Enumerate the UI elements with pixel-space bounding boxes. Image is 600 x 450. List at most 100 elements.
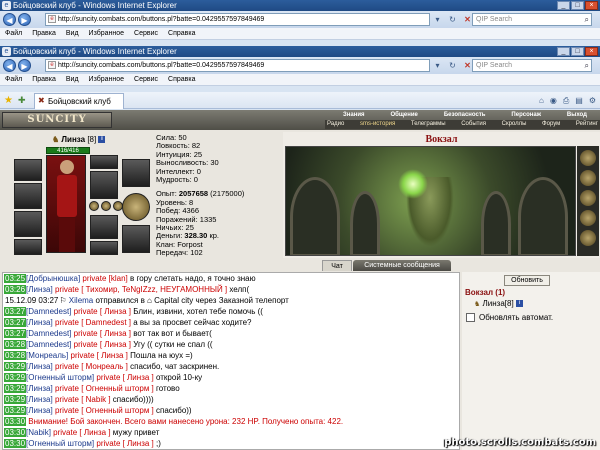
chat-private-recipients[interactable]: private [ Линза ] (51, 428, 110, 437)
chat-timestamp[interactable]: 03:28 (4, 340, 27, 349)
side-button-icon[interactable] (580, 210, 596, 226)
subnav-rating[interactable]: Рейтинг (576, 120, 598, 129)
chat-private-recipients[interactable]: private [ Линза ] (94, 373, 153, 382)
menu-favorites[interactable]: Избранное (84, 74, 129, 86)
subnav-telegrams[interactable]: Телеграммы (411, 120, 446, 129)
tab-chat[interactable]: Чат (322, 260, 352, 271)
chat-private-recipients[interactable]: private [ Монреаль ] (53, 362, 128, 371)
equipment-slot-icon[interactable] (122, 159, 150, 187)
nav-exit[interactable]: Выход (567, 111, 587, 120)
close-button[interactable]: × (585, 1, 598, 10)
maximize-button[interactable]: □ (571, 1, 584, 10)
chat-timestamp[interactable]: 03:27 (4, 307, 27, 316)
tab-combats[interactable]: ✖ Бойцовский клуб (34, 93, 124, 109)
back-icon[interactable]: ◀ (3, 59, 16, 72)
chat-private-recipients[interactable]: private [ Тихомир, TeNgIZzz, НЕУГАМОННЫЙ… (53, 285, 227, 294)
inner-address-field[interactable]: e http://suncity.combats.com/buttons.pl?… (45, 59, 430, 72)
chat-private-recipients[interactable]: private [ Огненный шторм ] (53, 406, 154, 415)
side-button-icon[interactable] (580, 170, 596, 186)
menu-view[interactable]: Вид (61, 28, 84, 40)
chat-private-recipients[interactable]: private [ Линза ] (68, 351, 128, 360)
chat-timestamp[interactable]: 03:29 (4, 384, 27, 393)
refresh-icon[interactable]: ↻ (447, 14, 458, 25)
auto-refresh-checkbox[interactable] (466, 313, 475, 322)
chat-private-recipients[interactable]: private [ Линза ] (71, 329, 131, 338)
menu-edit[interactable]: Правка (27, 74, 61, 86)
home-icon[interactable]: ⌂ (539, 95, 544, 106)
chat-timestamp[interactable]: 03:25 (4, 274, 27, 283)
chat-nick[interactable]: [Добрынюшка] (26, 274, 80, 283)
side-button-icon[interactable] (580, 150, 596, 166)
location-image[interactable] (285, 146, 576, 256)
print-icon[interactable]: ⎙ (563, 95, 569, 106)
medal-icon[interactable] (122, 193, 150, 221)
belt-slot-icon[interactable] (14, 239, 42, 255)
auto-refresh-option[interactable]: Обновлять автомат. (466, 313, 553, 322)
equipment-slot-icon[interactable] (122, 225, 150, 253)
forward-icon[interactable]: ▶ (18, 59, 31, 72)
chat-private-recipients[interactable]: private [ Damnedest ] (53, 318, 131, 327)
chat-private-recipients[interactable]: private [ Nabik ] (53, 395, 111, 404)
nav-security[interactable]: Безопасность (444, 111, 486, 120)
ring-slot-icon[interactable] (101, 201, 111, 211)
chat-timestamp[interactable]: 03:29 (4, 395, 27, 404)
chat-timestamp[interactable]: 03:27 (4, 329, 27, 338)
favorites-star-icon[interactable]: ★ (4, 95, 13, 106)
menu-tools[interactable]: Сервис (129, 74, 163, 86)
menu-file[interactable]: Файл (0, 74, 27, 86)
chat-private-recipients[interactable]: private [ Линза ] (94, 439, 153, 448)
chat-nick[interactable]: [Линза] (26, 384, 53, 393)
chat-nick[interactable]: [Линза] (26, 362, 53, 371)
boots-slot-icon[interactable] (90, 241, 118, 255)
chat-nick[interactable]: [Огненный шторм] (26, 439, 94, 448)
inner-search-field[interactable]: QIP Search ⌕ (472, 59, 592, 72)
earring-slot-icon[interactable] (90, 155, 118, 169)
chat-nick[interactable]: [Линза] (26, 406, 53, 415)
tab-system-messages[interactable]: Системные сообщения (353, 260, 451, 271)
chat-nick[interactable]: [Damnedest] (26, 329, 71, 338)
subnav-forum[interactable]: Форум (542, 120, 560, 129)
chat-private-recipients[interactable]: private [ Линза ] (71, 340, 131, 349)
menu-favorites[interactable]: Избранное (84, 28, 129, 40)
nav-communication[interactable]: Общение (390, 111, 417, 120)
menu-help[interactable]: Справка (163, 28, 200, 40)
chat-nick[interactable]: [Линза] (26, 395, 53, 404)
chat-nick[interactable]: [Damnedest] (26, 307, 71, 316)
character-info-icon[interactable]: i (98, 136, 106, 144)
player-name[interactable]: Линза (483, 299, 505, 308)
chat-nick[interactable]: [Монреаль] (26, 351, 68, 360)
side-button-icon[interactable] (580, 190, 596, 206)
search-icon[interactable]: ⌕ (585, 60, 589, 71)
feeds-icon[interactable]: ◉ (550, 95, 557, 106)
menu-tools[interactable]: Сервис (129, 28, 163, 40)
page-menu-icon[interactable]: ▤ (575, 95, 583, 106)
location-player[interactable]: ♞ Линза[8] i (474, 299, 523, 308)
subnav-sms[interactable]: sms-история (360, 120, 395, 129)
chat-timestamp[interactable]: 03:29 (4, 362, 27, 371)
chat-nick[interactable]: [Damnedest] (26, 340, 71, 349)
chat-timestamp[interactable]: 03:26 (4, 285, 27, 294)
chat-private-recipients[interactable]: private [ Огненный шторм ] (53, 384, 154, 393)
tools-gear-icon[interactable]: ⚙ (589, 95, 596, 106)
chat-nick[interactable]: [Огненный шторм] (26, 373, 94, 382)
menu-file[interactable]: Файл (0, 28, 27, 40)
armor-slot-icon[interactable] (14, 183, 42, 209)
inner-maximize-button[interactable]: □ (571, 47, 584, 56)
chat-nick[interactable]: Xilema (69, 296, 93, 305)
add-favorite-icon[interactable]: ✚ (18, 95, 26, 106)
chat-timestamp[interactable]: 03:30 (4, 439, 27, 448)
subnav-scrolls[interactable]: Скроллы (502, 120, 527, 129)
chat-timestamp[interactable]: 15.12.09 03:27 (4, 296, 59, 305)
chat-nick[interactable]: [Линза] (26, 318, 53, 327)
character-doll[interactable] (46, 155, 86, 253)
chat-nick[interactable]: [Nabik] (26, 428, 51, 437)
dropdown-icon[interactable]: ▾ (432, 60, 443, 71)
subnav-events[interactable]: События (461, 120, 486, 129)
chat-private-recipients[interactable]: private [ Линза ] (71, 307, 131, 316)
chat-log[interactable]: 03:25[Добрынюшка] private [klan] в гору … (2, 272, 460, 450)
ring-slot-icon[interactable] (89, 201, 99, 211)
address-field[interactable]: e http://suncity.combats.com/buttons.pl?… (45, 13, 430, 26)
subnav-radio[interactable]: Радио (327, 120, 344, 129)
minimize-button[interactable]: _ (557, 1, 570, 10)
side-button-icon[interactable] (580, 230, 596, 246)
